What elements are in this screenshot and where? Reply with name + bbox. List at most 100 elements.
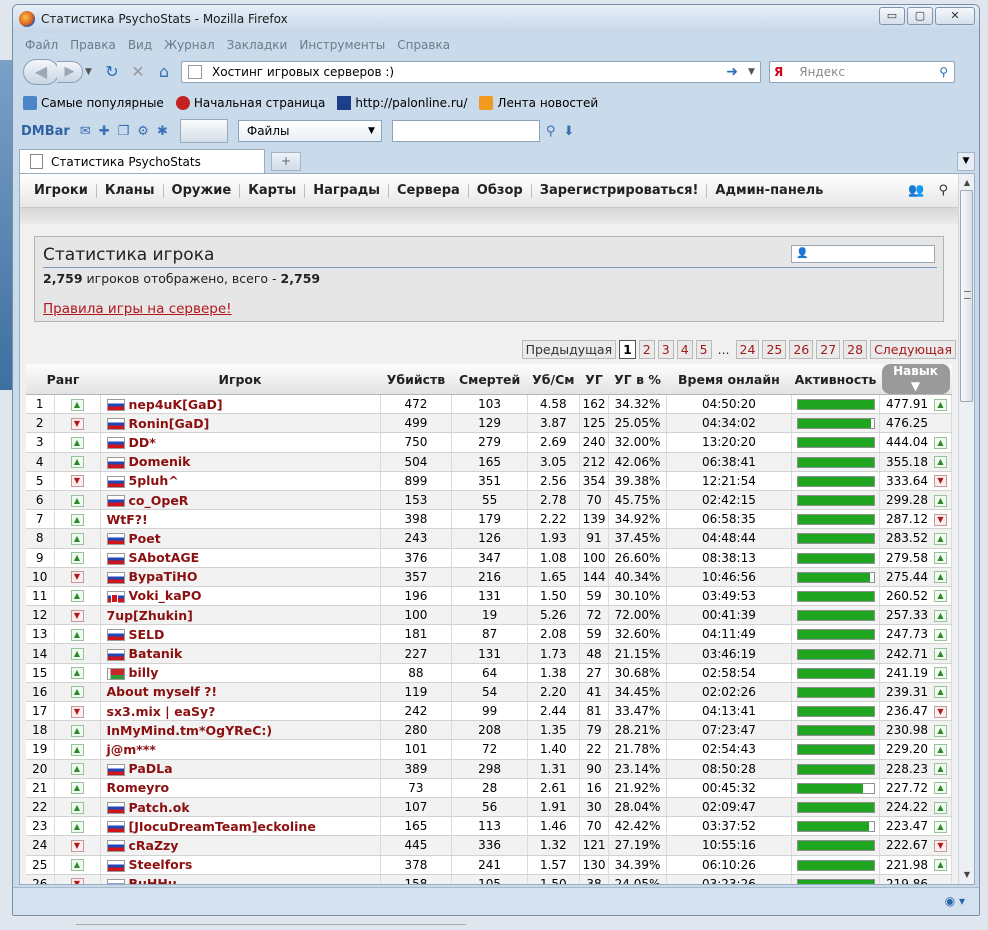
menu-edit[interactable]: Правка xyxy=(70,38,116,52)
table-row[interactable]: 9 ▲ SAbotAGE 376 347 1.08 100 26.60% 08:38:13 279… xyxy=(26,548,952,568)
reload-icon[interactable]: ↻ xyxy=(101,61,123,83)
player-name-link[interactable]: About myself ?! xyxy=(107,684,218,699)
player-name-link[interactable]: sx3.mix | eaSy? xyxy=(107,704,216,719)
scrollbar-thumb[interactable] xyxy=(960,190,973,402)
player-cell[interactable]: WtF?! xyxy=(100,509,381,530)
nav-clans[interactable]: Кланы xyxy=(97,183,164,198)
table-row[interactable]: 5 ▼ 5pluh^ 899 351 2.56 354 39.38% 12:21:54 333.6… xyxy=(26,471,952,491)
player-cell[interactable]: 5pluh^ xyxy=(100,471,381,491)
player-name-link[interactable]: Ronin[GaD] xyxy=(129,416,210,431)
users-icon[interactable]: 👥 xyxy=(908,183,924,198)
player-name-link[interactable]: Poet xyxy=(129,531,161,546)
player-name-link[interactable]: SAbotAGE xyxy=(129,550,200,565)
scroll-down-icon[interactable]: ▼ xyxy=(960,868,974,882)
player-cell[interactable]: InMyMind.tm*OgYReC:) xyxy=(100,720,381,741)
player-name-link[interactable]: Batanik xyxy=(129,646,183,661)
table-row[interactable]: 11 ▲ Voki_kaPO 196 131 1.50 59 30.10% 03:49:53 26… xyxy=(26,586,952,607)
search-icon[interactable]: ⚲ xyxy=(939,65,948,79)
table-row[interactable]: 16 ▲ About myself ?! 119 54 2.20 41 34.45% 02:02… xyxy=(26,682,952,703)
bookmark-start-page[interactable]: Начальная страница xyxy=(175,96,325,110)
back-button[interactable]: ◀ xyxy=(23,59,59,85)
player-name-link[interactable]: Domenik xyxy=(129,454,191,469)
page-4[interactable]: 4 xyxy=(676,340,693,359)
player-name-link[interactable]: BuHHu xyxy=(129,876,177,884)
nav-awards[interactable]: Награды xyxy=(305,183,389,198)
new-tab-button[interactable]: + xyxy=(271,152,301,171)
search-placeholder[interactable]: Яндекс xyxy=(799,65,939,79)
page-27[interactable]: 27 xyxy=(816,340,841,359)
player-name-link[interactable]: WtF?! xyxy=(107,512,148,527)
nav-servers[interactable]: Сервера xyxy=(389,183,469,198)
page-26[interactable]: 26 xyxy=(789,340,814,359)
server-rules-link[interactable]: Правила игры на сервере! xyxy=(43,301,232,317)
table-row[interactable]: 7 ▲ WtF?! 398 179 2.22 139 34.92% 06:58:35 287.12… xyxy=(26,509,952,530)
menu-view[interactable]: Вид xyxy=(128,38,152,52)
page-3[interactable]: 3 xyxy=(657,340,674,359)
nav-admin-panel[interactable]: Админ-панель xyxy=(707,183,831,198)
player-cell[interactable]: sx3.mix | eaSy? xyxy=(100,701,381,722)
player-name-link[interactable]: 5pluh^ xyxy=(129,473,179,488)
player-name-link[interactable]: PaDLa xyxy=(129,761,173,776)
bookmark-popular[interactable]: Самые популярные xyxy=(23,96,164,110)
table-row[interactable]: 18 ▲ InMyMind.tm*OgYReC:) 280 208 1.35 79 28.21… xyxy=(26,720,952,741)
table-row[interactable]: 4 ▲ Domenik 504 165 3.05 212 42.06% 06:38:41 355.… xyxy=(26,452,952,472)
player-name-link[interactable]: [JIocuDreamTeam]eckoline xyxy=(129,819,316,834)
forward-button[interactable]: ▶ xyxy=(57,61,83,83)
table-row[interactable]: 10 ▼ BypaTiHO 357 216 1.65 144 40.34% 10:46:56 27… xyxy=(26,567,952,587)
search-bar[interactable]: Я Яндекс ⚲ xyxy=(769,61,955,83)
table-row[interactable]: 3 ▲ DD* 750 279 2.69 240 32.00% 13:20:20 444.04 ▲ xyxy=(26,432,952,453)
player-name-link[interactable]: BypaTiHO xyxy=(129,569,198,584)
player-cell[interactable]: co_OpeR xyxy=(100,490,381,511)
page-2[interactable]: 2 xyxy=(638,340,655,359)
bookmark-palonline[interactable]: http://palonline.ru/ xyxy=(337,96,467,110)
menu-history[interactable]: Журнал xyxy=(164,38,215,52)
player-cell[interactable]: Batanik xyxy=(100,643,381,664)
table-row[interactable]: 6 ▲ co_OpeR 153 55 2.78 70 45.75% 02:42:15 299.28… xyxy=(26,490,952,511)
col-rank[interactable]: Ранг xyxy=(26,364,100,395)
player-name-link[interactable]: billy xyxy=(129,665,159,680)
dmbar-search-input[interactable] xyxy=(391,120,540,142)
player-name-link[interactable]: Voki_kaPO xyxy=(129,588,202,603)
dmbar-mail-icon[interactable]: ✉ xyxy=(80,124,91,139)
page-5[interactable]: 5 xyxy=(695,340,712,359)
url-dropdown-icon[interactable]: ▼ xyxy=(748,67,760,77)
home-icon[interactable]: ⌂ xyxy=(153,61,175,83)
player-cell[interactable]: Romeyro xyxy=(100,778,381,798)
tab-psychostats[interactable]: Статистика PsychoStats xyxy=(19,149,265,173)
menu-bookmarks[interactable]: Закладки xyxy=(227,38,288,52)
player-cell[interactable]: About myself ?! xyxy=(100,682,381,703)
nav-register[interactable]: Зарегистрироваться! xyxy=(532,183,708,198)
col-hs[interactable]: УГ xyxy=(579,364,609,395)
table-row[interactable]: 8 ▲ Poet 243 126 1.93 91 37.45% 04:48:44 283.52 ▲ xyxy=(26,528,952,549)
menu-help[interactable]: Справка xyxy=(397,38,450,52)
url-text[interactable]: Хостинг игровых серверов :) xyxy=(212,65,726,79)
dmbar-search-icon[interactable]: ⚲ xyxy=(546,124,556,139)
history-dropdown-icon[interactable]: ▼ xyxy=(85,67,97,77)
stop-icon[interactable]: ✕ xyxy=(127,61,149,83)
player-name-link[interactable]: Romeyro xyxy=(107,780,170,795)
player-name-link[interactable]: InMyMind.tm*OgYReC:) xyxy=(107,723,273,738)
skill-sort-pill[interactable]: Навык ▼ xyxy=(881,364,950,394)
player-cell[interactable]: PaDLa xyxy=(100,759,381,779)
col-activity[interactable]: Активность xyxy=(791,364,880,395)
player-cell[interactable]: cRaZzy xyxy=(100,835,381,856)
player-name-link[interactable]: j@m*** xyxy=(107,742,156,757)
player-name-link[interactable]: co_OpeR xyxy=(129,493,189,508)
player-name-link[interactable]: nep4uK[GaD] xyxy=(129,397,223,412)
player-search-input[interactable]: 👤 xyxy=(791,245,935,263)
tab-list-button[interactable]: ▼ xyxy=(957,152,975,171)
files-dropdown[interactable]: Файлы ▼ xyxy=(237,120,382,142)
close-button[interactable]: ✕ xyxy=(935,7,975,25)
player-name-link[interactable]: SELD xyxy=(129,627,165,642)
player-name-link[interactable]: 7up[Zhukin] xyxy=(107,608,193,623)
page-24[interactable]: 24 xyxy=(735,340,760,359)
page-28[interactable]: 28 xyxy=(843,340,868,359)
nav-overview[interactable]: Обзор xyxy=(469,183,532,198)
page-25[interactable]: 25 xyxy=(762,340,787,359)
dmbar-add-icon[interactable]: ✚ xyxy=(99,124,110,139)
player-cell[interactable]: Voki_kaPO xyxy=(100,586,381,607)
table-row[interactable]: 21 ▲ Romeyro 73 28 2.61 16 21.92% 00:45:32 227.72… xyxy=(26,778,952,798)
table-row[interactable]: 15 ▲ billy 88 64 1.38 27 30.68% 02:58:54 241.19 ▲ xyxy=(26,663,952,683)
vertical-scrollbar[interactable]: ▲ ▼ xyxy=(958,174,974,884)
table-row[interactable]: 23 ▲ [JIocuDreamTeam]eckoline 165 113 1.46 70 4… xyxy=(26,816,952,837)
